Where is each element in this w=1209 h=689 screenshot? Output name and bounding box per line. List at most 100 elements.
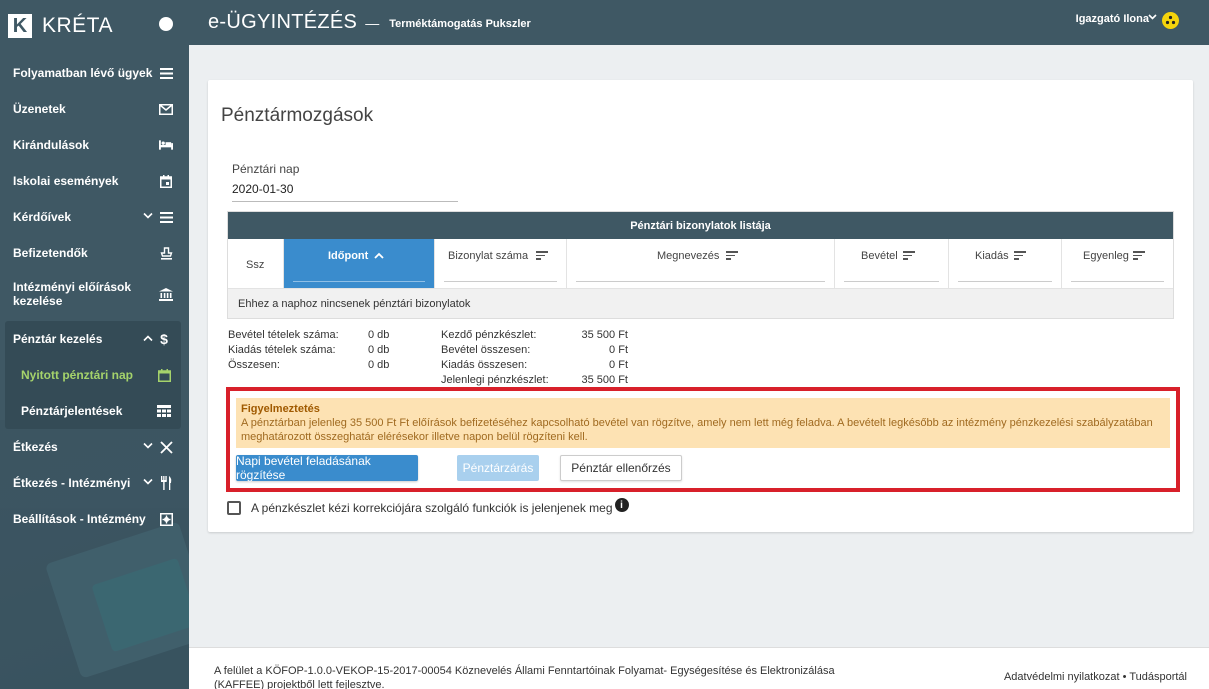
- chevron-down-icon: [143, 212, 153, 223]
- sidebar-group-penztar: Pénztár kezelés $ Nyitott pénztári nap P…: [5, 321, 181, 429]
- cutlery-icon: [159, 440, 173, 454]
- app-title: e-ÜGYINTÉZÉS: [208, 11, 358, 33]
- stat-row: Kiadás tételek száma: 0 db: [228, 344, 390, 356]
- stat-row: Bevétel tételek száma: 0 db: [228, 329, 390, 341]
- sidebar-item-etkezes[interactable]: Étkezés: [0, 429, 189, 465]
- sidebar-subitem-penztarjelentesek[interactable]: Pénztárjelentések: [5, 393, 181, 429]
- fork-icon: [159, 476, 173, 490]
- accessibility-icon[interactable]: [1162, 12, 1179, 29]
- item-count-stats: Bevétel tételek száma: 0 db Kiadás tétele…: [228, 329, 389, 374]
- sort-icon: [1133, 251, 1145, 260]
- column-header-megnevezes[interactable]: Megnevezés: [567, 239, 835, 288]
- sidebar-item-folyamatban[interactable]: Folyamatban lévő ügyek: [0, 55, 189, 91]
- dollar-icon: $: [160, 331, 168, 347]
- sidebar-item-penztar-kezeles[interactable]: Pénztár kezelés $: [5, 321, 181, 357]
- table-header: Ssz Időpont Bizonylat száma Megnevezés B…: [228, 239, 1173, 289]
- column-header-bevetel[interactable]: Bevétel: [835, 239, 949, 288]
- app-logo[interactable]: K KRÉTA: [8, 12, 113, 40]
- sidebar-item-label: Pénztár kezelés: [13, 332, 103, 346]
- sidebar-subitem-label: Nyitott pénztári nap: [21, 368, 134, 382]
- sidebar-item-label: Folyamatban lévő ügyek: [13, 66, 153, 80]
- institution-name: Terméktámogatás Pukszler: [389, 17, 531, 30]
- sort-icon: [1014, 251, 1026, 260]
- status-dot-icon[interactable]: [159, 17, 173, 31]
- sidebar-item-label: Befizetendők: [13, 246, 88, 260]
- stat-row: Összesen: 0 db: [228, 359, 390, 371]
- manual-correction-label: A pénzkészlet kézi korrekciójára szolgál…: [251, 501, 613, 515]
- sidebar-item-iskolai-esemenyek[interactable]: Iskolai események: [0, 163, 189, 199]
- stamp-icon: [159, 246, 173, 260]
- footer-project-text: A felület a KÖFOP-1.0.0-VEKOP-15-2017-00…: [214, 665, 835, 689]
- sidebar-item-etkezes-intezmenyi[interactable]: Étkezés - Intézményi: [0, 465, 189, 501]
- sidebar: K KRÉTA Folyamatban lévő ügyek Üzenetek …: [0, 0, 189, 689]
- logo-mark: K: [8, 14, 32, 38]
- column-header-egyenleg[interactable]: Egyenleg: [1062, 239, 1173, 288]
- info-icon[interactable]: i: [614, 498, 629, 512]
- manual-correction-option: A pénzkészlet kézi korrekciójára szolgál…: [227, 498, 629, 516]
- table-title: Pénztári bizonylatok listája: [228, 212, 1173, 239]
- footer: A felület a KÖFOP-1.0.0-VEKOP-15-2017-00…: [189, 647, 1209, 689]
- sidebar-item-label: Étkezés - Intézményi: [13, 476, 131, 490]
- sidebar-item-befizetendok[interactable]: Befizetendők: [0, 235, 189, 271]
- close-cash-register-button[interactable]: Pénztárzárás: [457, 455, 539, 481]
- sidebar-item-uzenetek[interactable]: Üzenetek: [0, 91, 189, 127]
- warning-title: Figyelmeztetés: [241, 403, 320, 415]
- user-menu[interactable]: Igazgató Ilona: [1076, 13, 1149, 25]
- sidebar-item-label: Kérdőívek: [13, 210, 72, 224]
- sidebar-item-intezmenyi-eloirasok[interactable]: Intézményi előírások kezelése: [0, 271, 189, 317]
- header-separator: —: [365, 14, 380, 31]
- sidebar-item-label: Beállítások - Intézmény: [13, 512, 146, 526]
- calendar-icon: [157, 368, 171, 382]
- logo-text: KRÉTA: [42, 14, 113, 37]
- record-daily-revenue-button[interactable]: Napi bevétel feladásának rögzítése: [236, 454, 418, 482]
- chevron-down-icon[interactable]: [1148, 12, 1157, 23]
- date-label: Pénztári nap: [232, 162, 300, 176]
- page-title: Pénztármozgások: [221, 105, 374, 126]
- list-icon: [159, 210, 173, 224]
- cash-balance-stats: Kezdő pénzkészlet: 35 500 Ft Bevétel össz…: [441, 329, 628, 389]
- calendar-icon: [159, 174, 173, 188]
- warning-alert: Figyelmeztetés A pénztárban jelenleg 35 …: [236, 398, 1170, 448]
- sort-icon: [536, 251, 548, 260]
- chevron-up-icon: [374, 250, 384, 262]
- footer-link-separator: •: [1122, 671, 1127, 683]
- sidebar-subitem-nyitott-penztari-nap[interactable]: Nyitott pénztári nap: [5, 357, 181, 393]
- bank-icon: [159, 287, 173, 301]
- sidebar-item-kirandulasok[interactable]: Kirándulások: [0, 127, 189, 163]
- sidebar-item-label: Üzenetek: [13, 102, 66, 116]
- list-icon: [159, 66, 173, 80]
- warning-text: A pénztárban jelenleg 35 500 Ft Ft előír…: [241, 417, 1153, 443]
- column-header-kiadas[interactable]: Kiadás: [949, 239, 1062, 288]
- chevron-up-icon: [143, 334, 153, 345]
- top-header: e-ÜGYINTÉZÉS — Terméktámogatás Pukszler …: [189, 0, 1209, 45]
- bed-icon: [159, 138, 173, 152]
- column-header-ssz[interactable]: Ssz: [228, 239, 284, 288]
- column-header-bizonylat-szama[interactable]: Bizonylat száma: [435, 239, 567, 288]
- sidebar-nav: Folyamatban lévő ügyek Üzenetek Kirándul…: [0, 55, 189, 537]
- sidebar-item-label: Kirándulások: [13, 138, 90, 152]
- mail-icon: [159, 102, 173, 116]
- main-card: Pénztármozgások Pénztári nap 2020-01-30 …: [208, 80, 1193, 532]
- sidebar-item-beallitasok-intezmeny[interactable]: Beállítások - Intézmény: [0, 501, 189, 537]
- knowledge-portal-link[interactable]: Tudásportál: [1129, 671, 1187, 683]
- stat-row: Kiadás összesen: 0 Ft: [441, 359, 628, 371]
- stat-row: Bevétel összesen: 0 Ft: [441, 344, 628, 356]
- footer-links: Adatvédelmi nyilatkozat • Tudásportál: [1004, 671, 1187, 683]
- sidebar-item-label: Iskolai események: [13, 174, 119, 188]
- column-header-idopont[interactable]: Időpont: [284, 239, 435, 288]
- cash-register-check-button[interactable]: Pénztár ellenőrzés: [560, 455, 682, 481]
- sort-icon: [903, 251, 915, 260]
- sidebar-subitem-label: Pénztárjelentések: [21, 404, 123, 418]
- chevron-down-icon: [143, 478, 153, 489]
- settings-box-icon: [159, 512, 173, 526]
- sidebar-item-label: Étkezés: [13, 440, 58, 454]
- empty-table-message: Ehhez a naphoz nincsenek pénztári bizony…: [228, 289, 1173, 318]
- sidebar-item-kerdoivek[interactable]: Kérdőívek: [0, 199, 189, 235]
- table-icon: [157, 404, 171, 418]
- sort-icon: [726, 251, 738, 260]
- date-field[interactable]: 2020-01-30: [232, 182, 458, 202]
- chevron-down-icon: [143, 442, 153, 453]
- manual-correction-checkbox[interactable]: [227, 501, 241, 515]
- privacy-policy-link[interactable]: Adatvédelmi nyilatkozat: [1004, 671, 1120, 683]
- receipts-table: Pénztári bizonylatok listája Ssz Időpont…: [227, 211, 1174, 319]
